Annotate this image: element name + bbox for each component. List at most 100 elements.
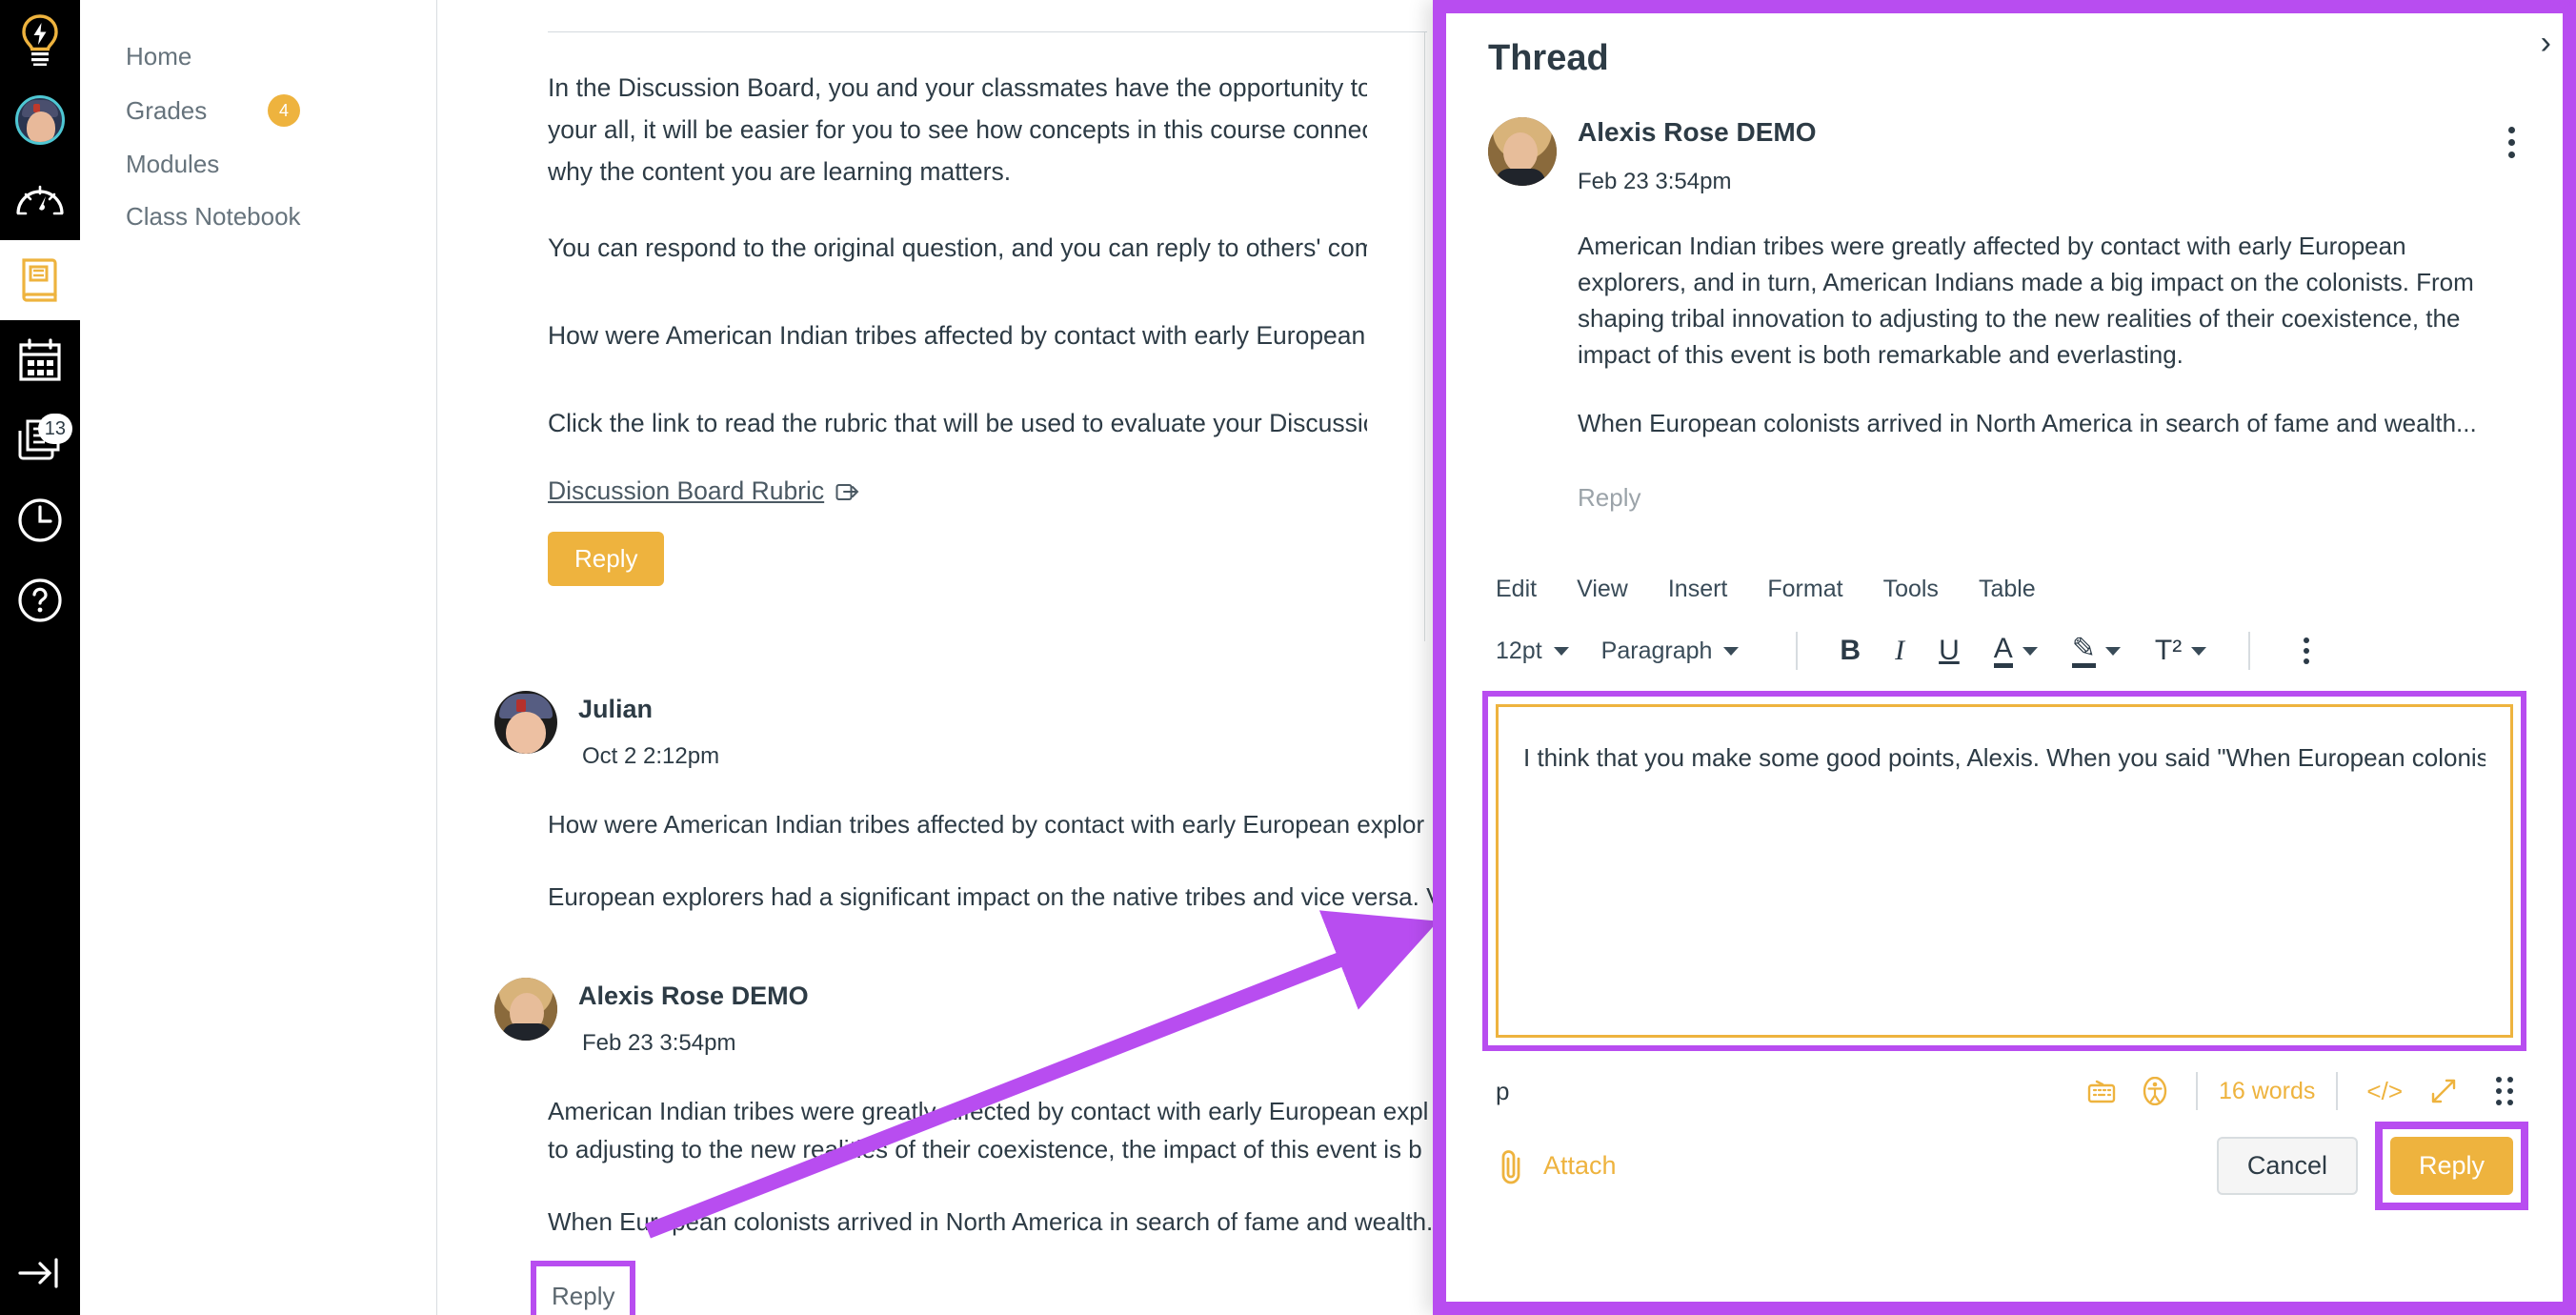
status-divider (2195, 1072, 2198, 1110)
thread-panel: Thread › Alexis Rose DEMO Feb 23 3:54pm … (1433, 0, 2576, 1315)
underline-icon[interactable]: U (1922, 635, 1977, 667)
gnav-item-dashboard[interactable] (0, 0, 80, 80)
entry-author-name: Alexis Rose DEMO (578, 981, 809, 1010)
course-nav-item-modules[interactable]: Modules (80, 138, 436, 191)
course-nav-item-class-notebook[interactable]: Class Notebook (80, 191, 436, 243)
status-divider (2336, 1072, 2339, 1110)
attach-button[interactable]: Attach (1496, 1148, 1617, 1184)
block-format-select[interactable]: Paragraph (1601, 637, 1740, 665)
word-count: 16 words (2218, 1077, 2316, 1104)
julian-avatar (494, 691, 557, 754)
gnav-item-dashboard-speedometer[interactable] (0, 160, 80, 240)
course-nav-label: Home (126, 42, 192, 71)
course-nav-item-grades[interactable]: Grades 4 (80, 83, 436, 138)
topic-body: In the Discussion Board, you and your cl… (488, 69, 1367, 586)
rce-menu-view[interactable]: View (1577, 576, 1628, 603)
rce-menu-tools[interactable]: Tools (1883, 576, 1939, 603)
course-nav-label: Modules (126, 150, 220, 178)
entry-author-name: Julian (578, 695, 654, 723)
attach-label: Attach (1543, 1151, 1617, 1180)
expand-navigation-button[interactable] (16, 1257, 64, 1294)
reply-button-highlight: Reply (2374, 1122, 2529, 1210)
reply-text-editor[interactable]: I think that you make some good points, … (1482, 691, 2526, 1051)
thread-panel-title: Thread (1488, 38, 1609, 78)
thread-post-body: American Indian tribes were greatly affe… (1446, 195, 2563, 441)
block-format-value: Paragraph (1600, 637, 1713, 664)
dashboard-lightbulb-icon (22, 14, 58, 66)
topic-paragraph: why the content you are learning matters… (548, 157, 1012, 186)
topic-divider (548, 31, 1427, 32)
thread-post-timestamp: Feb 23 3:54pm (1578, 169, 1732, 194)
reply-action-bar: Attach Cancel Reply (1496, 1122, 2529, 1210)
font-size-select[interactable]: 12pt (1496, 637, 1569, 665)
rubric-link-label: Discussion Board Rubric (548, 476, 825, 505)
superscript-icon[interactable]: T² (2138, 635, 2224, 667)
chevron-down-icon (2191, 646, 2207, 656)
fullscreen-icon[interactable] (2416, 1077, 2471, 1105)
resize-handle-icon[interactable] (2496, 1077, 2513, 1105)
discussion-board-rubric-link[interactable]: Discussion Board Rubric (548, 476, 860, 506)
gnav-item-calendar[interactable] (0, 320, 80, 400)
chevron-down-icon (2104, 646, 2121, 656)
arrow-to-right-icon (18, 1258, 58, 1288)
thread-post-paragraph: American Indian tribes were greatly affe… (1578, 232, 2474, 369)
close-icon[interactable]: › (2541, 27, 2551, 59)
rce-menu-edit[interactable]: Edit (1496, 576, 1537, 603)
gnav-item-courses[interactable] (0, 240, 80, 320)
thread-post-reply-button[interactable]: Reply (1578, 483, 2563, 513)
external-link-icon (835, 483, 859, 500)
rce-menubar: Edit View Insert Format Tools Table (1482, 576, 2526, 603)
rce-status-bar: p 16 words </> (1496, 1072, 2513, 1110)
keyboard-shortcuts-icon[interactable] (2074, 1079, 2129, 1103)
paperclip-icon (1501, 1149, 1520, 1184)
rce-menu-table[interactable]: Table (1979, 576, 2036, 603)
bold-icon[interactable]: B (1822, 635, 1878, 667)
gnav-item-account[interactable] (0, 80, 80, 160)
cancel-button[interactable]: Cancel (2216, 1137, 2358, 1195)
accessibility-checker-icon[interactable] (2129, 1077, 2181, 1105)
thread-root-post: Alexis Rose DEMO Feb 23 3:54pm (1446, 79, 2563, 195)
course-nav-label: Class Notebook (126, 202, 301, 231)
course-navigation: Home Grades 4 Modules Class Notebook (80, 0, 437, 1315)
chevron-down-icon (1553, 646, 1569, 656)
html-editor-icon[interactable]: </> (2353, 1077, 2416, 1106)
entry-reply-button[interactable]: Reply (530, 1261, 636, 1315)
text-color-icon[interactable]: A (1977, 634, 2055, 669)
rich-content-editor: Edit View Insert Format Tools Table 12pt… (1482, 576, 2529, 1210)
grades-badge: 4 (268, 94, 300, 127)
alexis-avatar (1488, 117, 1557, 186)
font-size-value: 12pt (1496, 637, 1542, 664)
help-question-icon (18, 578, 62, 622)
topic-paragraph: How were American Indian tribes affected… (548, 321, 1367, 350)
toolbar-overflow-kebab-icon[interactable] (2296, 630, 2317, 672)
reply-buttons: Cancel Reply (2216, 1122, 2529, 1210)
topic-paragraph: In the Discussion Board, you and your cl… (548, 73, 1367, 102)
thread-panel-header: Thread › (1446, 13, 2563, 79)
alexis-avatar (494, 978, 557, 1041)
gnav-item-history[interactable] (0, 480, 80, 560)
topic-paragraph: Click the link to read the rubric that w… (548, 409, 1367, 437)
thread-post-paragraph: When European colonists arrived in North… (1578, 409, 2477, 437)
calendar-icon (19, 338, 61, 381)
toolbar-divider (1796, 632, 1799, 670)
entry-timestamp: Oct 2 2:12pm (582, 743, 720, 769)
topic-paragraph: your all, it will be easier for you to s… (548, 115, 1367, 144)
account-avatar (15, 95, 65, 145)
gnav-item-help[interactable] (0, 560, 80, 640)
rce-toolbar: 12pt Paragraph B I U A ✎ T² (1482, 617, 2526, 685)
speedometer-icon (16, 185, 64, 215)
topic-paragraph: You can respond to the original question… (548, 233, 1367, 262)
highlight-color-icon[interactable]: ✎ (2055, 634, 2138, 669)
history-clock-icon (18, 498, 62, 542)
topic-reply-button[interactable]: Reply (548, 532, 665, 586)
italic-icon[interactable]: I (1878, 635, 1922, 667)
discussion-topic-card: In the Discussion Board, you and your cl… (437, 31, 1427, 641)
course-nav-item-home[interactable]: Home (80, 30, 436, 83)
rce-menu-insert[interactable]: Insert (1668, 576, 1728, 603)
gnav-item-inbox[interactable]: 13 (0, 400, 80, 480)
rce-menu-format[interactable]: Format (1767, 576, 1842, 603)
post-options-kebab-icon[interactable] (2503, 121, 2521, 164)
toolbar-divider (2248, 632, 2251, 670)
reply-submit-button[interactable]: Reply (2389, 1137, 2513, 1195)
global-navigation: 13 (0, 0, 80, 1315)
